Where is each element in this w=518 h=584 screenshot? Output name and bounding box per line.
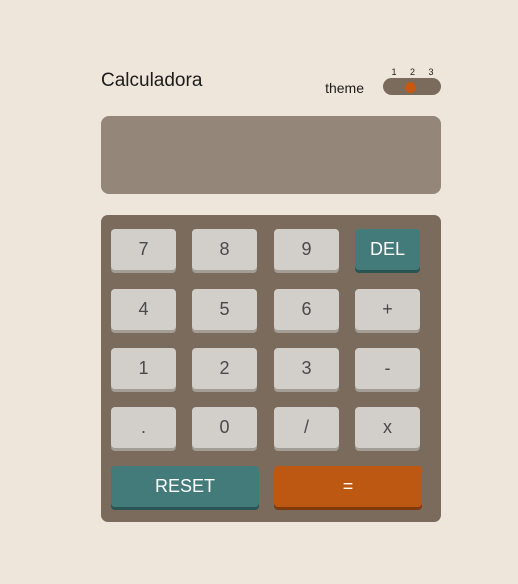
theme-option-2[interactable]: 2 (409, 68, 417, 77)
theme-label: theme (325, 80, 364, 96)
theme-toggle-knob[interactable] (405, 82, 416, 93)
keypad: 7 8 9 DEL 4 5 6 + 1 2 3 - . 0 / x RESET … (101, 215, 441, 522)
decimal-point-button[interactable]: . (111, 407, 176, 448)
theme-numbers: 1 2 3 (383, 68, 441, 77)
key-5[interactable]: 5 (192, 289, 257, 330)
equals-button[interactable]: = (274, 466, 422, 507)
multiply-button[interactable]: x (355, 407, 420, 448)
plus-button[interactable]: + (355, 289, 420, 330)
theme-option-3[interactable]: 3 (427, 68, 435, 77)
key-3[interactable]: 3 (274, 348, 339, 389)
key-2[interactable]: 2 (192, 348, 257, 389)
key-7[interactable]: 7 (111, 229, 176, 270)
reset-button[interactable]: RESET (111, 466, 259, 507)
key-6[interactable]: 6 (274, 289, 339, 330)
calculator-display (101, 116, 441, 194)
key-0[interactable]: 0 (192, 407, 257, 448)
header: Calculadora theme 1 2 3 (101, 64, 441, 104)
theme-option-1[interactable]: 1 (390, 68, 398, 77)
theme-toggle-track[interactable] (383, 78, 441, 95)
app-title: Calculadora (101, 70, 203, 91)
key-4[interactable]: 4 (111, 289, 176, 330)
key-1[interactable]: 1 (111, 348, 176, 389)
key-9[interactable]: 9 (274, 229, 339, 270)
calculator: Calculadora theme 1 2 3 7 8 9 DEL 4 5 6 … (101, 64, 441, 522)
key-8[interactable]: 8 (192, 229, 257, 270)
divide-button[interactable]: / (274, 407, 339, 448)
minus-button[interactable]: - (355, 348, 420, 389)
theme-switch[interactable]: 1 2 3 (383, 68, 441, 96)
delete-button[interactable]: DEL (355, 229, 420, 270)
